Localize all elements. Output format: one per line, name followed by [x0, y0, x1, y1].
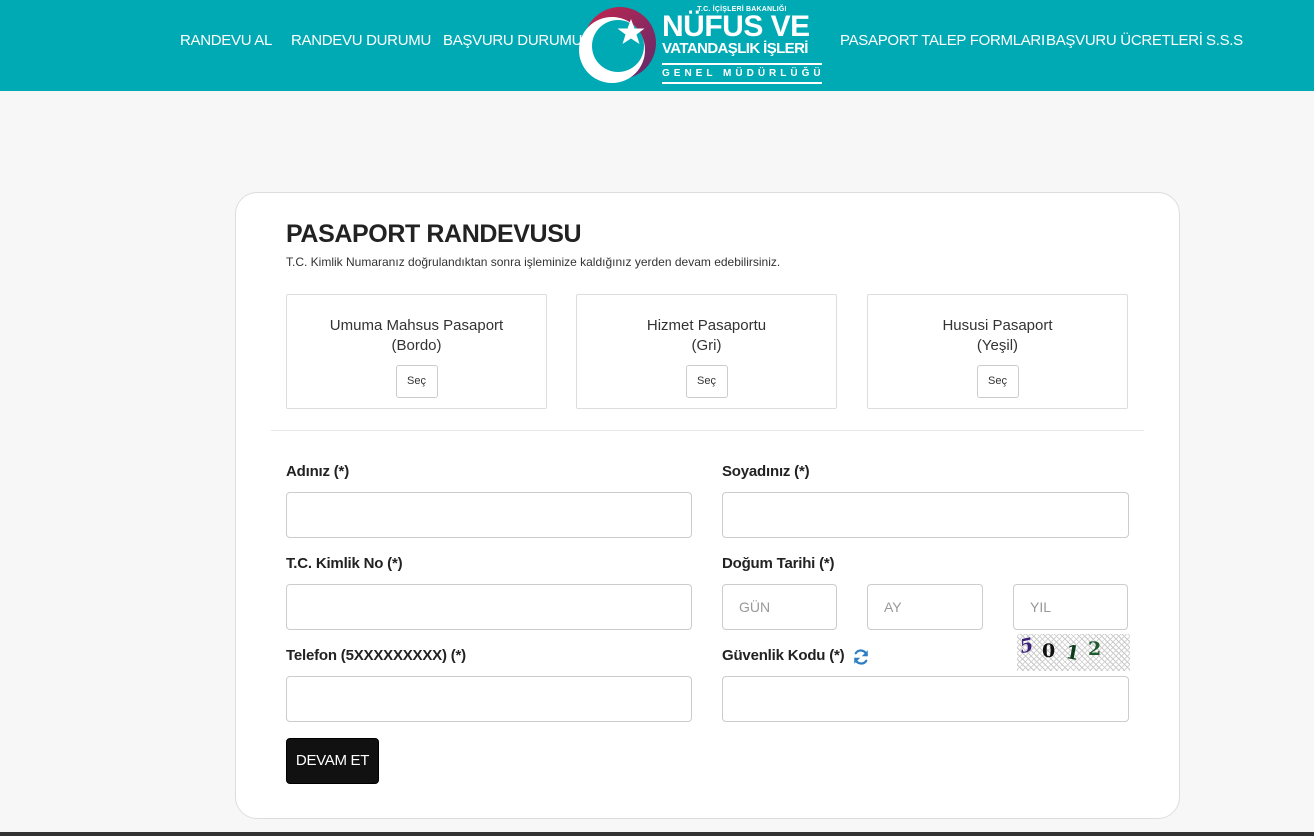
logo-wordmark: T.C. İÇİŞLERİ BAKANLIĞI NÜFUS VE VATANDA…: [662, 5, 826, 87]
birth-month-input[interactable]: [867, 584, 983, 630]
passport-type-color: (Bordo): [391, 337, 442, 354]
logo-rule-bottom: [662, 82, 822, 84]
nav-randevu-durumu[interactable]: RANDEVU DURUMU: [291, 32, 431, 49]
tc-no-input[interactable]: [286, 584, 692, 630]
captcha-char: 0: [1042, 640, 1056, 662]
phone-label: Telefon (5XXXXXXXXX) (*): [286, 647, 466, 664]
captcha-char: 5: [1017, 633, 1036, 659]
footer-edge: [0, 832, 1314, 836]
logo-line2: VATANDAŞLIK İŞLERİ: [662, 40, 808, 57]
select-button[interactable]: Seç: [685, 365, 728, 398]
nav-randevu-al[interactable]: RANDEVU AL: [180, 32, 272, 49]
tc-no-label: T.C. Kimlik No (*): [286, 555, 403, 572]
nav-pasaport-talep-formlari[interactable]: PASAPORT TALEP FORMLARI: [840, 32, 1045, 49]
passport-type-color: (Yeşil): [976, 337, 1019, 354]
passport-type-hususi[interactable]: Hususi Pasaport (Yeşil) Seç: [867, 294, 1128, 409]
security-code-input[interactable]: [722, 676, 1129, 722]
logo-line1: NÜFUS VE: [662, 10, 810, 43]
birth-day-input[interactable]: [722, 584, 837, 630]
last-name-label: Soyadınız (*): [722, 463, 810, 480]
first-name-label: Adınız (*): [286, 463, 349, 480]
crescent-star-emblem-icon: [579, 7, 656, 83]
phone-input[interactable]: [286, 676, 692, 722]
select-button[interactable]: Seç: [976, 365, 1019, 398]
captcha-char: 2: [1088, 638, 1102, 660]
first-name-input[interactable]: [286, 492, 692, 538]
continue-button[interactable]: DEVAM ET: [286, 738, 379, 784]
logo-rule-top: [662, 63, 822, 65]
birth-year-input[interactable]: [1013, 584, 1128, 630]
captcha-image: 5 0 1 2: [1017, 634, 1130, 671]
captcha-char: 1: [1064, 641, 1082, 665]
select-button[interactable]: Seç: [395, 365, 438, 398]
passport-type-umuma-mahsus[interactable]: Umuma Mahsus Pasaport (Bordo) Seç: [286, 294, 547, 409]
nav-basvuru-ucretleri[interactable]: BAŞVURU ÜCRETLERİ: [1046, 32, 1203, 49]
passport-type-hizmet[interactable]: Hizmet Pasaportu (Gri) Seç: [576, 294, 837, 409]
birth-date-label: Doğum Tarihi (*): [722, 555, 835, 572]
passport-type-name: Umuma Mahsus Pasaport: [329, 317, 504, 334]
nvi-logo[interactable]: T.C. İÇİŞLERİ BAKANLIĞI NÜFUS VE VATANDA…: [576, 5, 826, 87]
section-divider: [271, 430, 1144, 431]
appointment-form-card: PASAPORT RANDEVUSU T.C. Kimlik Numaranız…: [235, 192, 1180, 819]
page-title: PASAPORT RANDEVUSU: [286, 220, 582, 248]
page-subtitle: T.C. Kimlik Numaranız doğrulandıktan son…: [286, 255, 781, 269]
last-name-input[interactable]: [722, 492, 1129, 538]
passport-type-name: Hususi Pasaport: [942, 317, 1053, 334]
refresh-icon[interactable]: [852, 648, 870, 666]
nav-basvuru-durumu[interactable]: BAŞVURU DURUMU: [443, 32, 582, 49]
passport-type-name: Hizmet Pasaportu: [646, 317, 767, 334]
passport-type-color: (Gri): [691, 337, 722, 354]
security-code-label: Güvenlik Kodu (*): [722, 647, 845, 664]
nav-sss[interactable]: S.S.S: [1206, 32, 1243, 49]
logo-line3: GENEL MÜDÜRLÜĞÜ: [662, 68, 825, 79]
top-navigation-bar: RANDEVU AL RANDEVU DURUMU BAŞVURU DURUMU…: [0, 0, 1314, 91]
